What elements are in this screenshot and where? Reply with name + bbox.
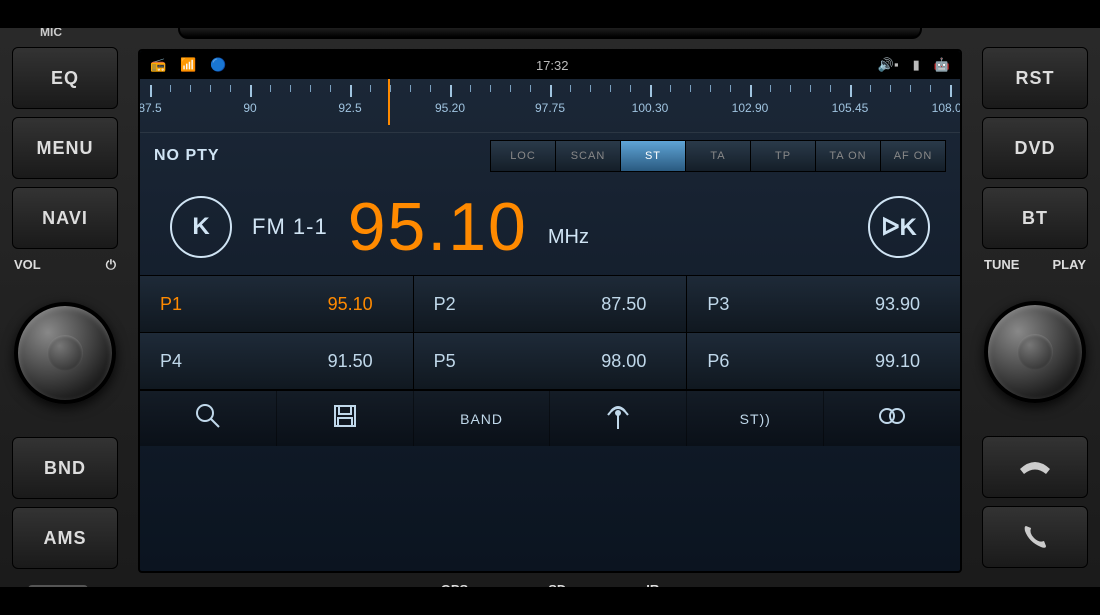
search-icon: [193, 401, 223, 437]
preset-p2[interactable]: P2 87.50: [414, 276, 687, 332]
frequency-row: K FM 1-1 95.10 MHz ᐅK: [140, 179, 960, 275]
mode-ta-on-button[interactable]: TA ON: [816, 141, 880, 171]
dvd-button[interactable]: DVD: [982, 117, 1088, 179]
left-knob-labels: VOL⏻: [0, 257, 130, 273]
next-station-button[interactable]: ᐅK: [868, 196, 930, 258]
ams-button[interactable]: AMS: [12, 507, 118, 569]
rst-button[interactable]: RST: [982, 47, 1088, 109]
tune-knob[interactable]: [984, 301, 1086, 403]
radio-app-icon: 📻: [150, 57, 166, 73]
mode-row: NO PTY LOCSCANSTTATPTA ONAF ON: [140, 133, 960, 179]
phone-down-icon: [1017, 457, 1053, 477]
antenna-button[interactable]: [550, 391, 687, 446]
preset-label: P6: [707, 351, 729, 372]
prev-station-button[interactable]: K: [170, 196, 232, 258]
preset-p1[interactable]: P1 95.10: [140, 276, 413, 332]
dial-tick-label: 102.90: [732, 101, 769, 115]
dial-tick-label: 87.5: [138, 101, 161, 115]
preset-value: 91.50: [328, 351, 373, 372]
loop-icon: [877, 401, 907, 437]
preset-p5[interactable]: P5 98.00: [414, 333, 687, 389]
menu-button[interactable]: MENU: [12, 117, 118, 179]
mode-scan-button[interactable]: SCAN: [556, 141, 620, 171]
phone-up-icon: [1020, 522, 1050, 552]
bt-button[interactable]: BT: [982, 187, 1088, 249]
eq-button[interactable]: EQ: [12, 47, 118, 109]
frequency-value: 95.10: [348, 188, 528, 266]
car-stereo-unit: MIC EQ MENU NAVI VOL⏻ BND AMS 📻 📶 🔵 17:3…: [0, 0, 1100, 615]
stereo-button[interactable]: ST)): [687, 391, 824, 446]
android-status-bar[interactable]: 📻 📶 🔵 17:32 🔊▪ ▮ 🤖: [140, 51, 960, 79]
preset-p6[interactable]: P6 99.10: [687, 333, 960, 389]
antenna-icon: [603, 401, 633, 437]
bluetooth-icon: 🔵: [210, 57, 226, 73]
center-panel: 📻 📶 🔵 17:32 🔊▪ ▮ 🤖 87.5 90 92.5 95.20 97.75 1…: [130, 0, 970, 615]
stereo-icon: ST)): [740, 411, 771, 427]
volume-knob[interactable]: [14, 302, 116, 404]
preset-value: 98.00: [601, 351, 646, 372]
dial-tick-label: 105.45: [832, 101, 869, 115]
volume-knob-wrap: [0, 273, 130, 433]
dial-tick-label: 90: [243, 101, 256, 115]
bottom-icon-bar: BAND ST)): [140, 390, 960, 446]
dial-tick-label: 100.30: [632, 101, 669, 115]
phone-hangup-button[interactable]: [982, 436, 1088, 498]
touchscreen: 📻 📶 🔵 17:32 🔊▪ ▮ 🤖 87.5 90 92.5 95.20 97.75 1…: [138, 49, 962, 573]
volume-icon: 🔊▪: [878, 57, 899, 73]
preset-label: P3: [707, 294, 729, 315]
right-bezel: RST DVD BT TUNEPLAY: [970, 0, 1100, 615]
preset-label: P4: [160, 351, 182, 372]
search-button[interactable]: [140, 391, 277, 446]
preset-grid: P1 95.10 P2 87.50 P3 93.90 P4 91.50 P5 98.00 P6 99.…: [140, 275, 960, 390]
dial-tick-label: 95.20: [435, 101, 465, 115]
preset-value: 95.10: [328, 294, 373, 315]
preset-label: P5: [434, 351, 456, 372]
band-label: FM 1-1: [252, 214, 328, 240]
dial-needle: [388, 79, 390, 125]
mode-button-bar: LOCSCANSTTATPTA ONAF ON: [490, 140, 946, 172]
wifi-icon: 📶: [180, 57, 196, 73]
preset-label: P2: [434, 294, 456, 315]
preset-label: P1: [160, 294, 182, 315]
band-icon: BAND: [460, 411, 503, 427]
preset-value: 87.50: [601, 294, 646, 315]
mode-ta-button[interactable]: TA: [686, 141, 750, 171]
battery-icon: ▮: [913, 57, 920, 73]
left-bezel: MIC EQ MENU NAVI VOL⏻ BND AMS: [0, 0, 130, 615]
frequency-unit: MHz: [548, 226, 589, 249]
right-knob-labels: TUNEPLAY: [970, 257, 1100, 272]
mode-tp-button[interactable]: TP: [751, 141, 815, 171]
save-icon: [330, 401, 360, 437]
tune-knob-wrap: [970, 272, 1100, 432]
bnd-button[interactable]: BND: [12, 437, 118, 499]
preset-value: 93.90: [875, 294, 920, 315]
pty-label: NO PTY: [154, 147, 220, 165]
dial-tick-label: 97.75: [535, 101, 565, 115]
phone-answer-button[interactable]: [982, 506, 1088, 568]
dial-tick-label: 92.5: [338, 101, 361, 115]
mode-loc-button[interactable]: LOC: [491, 141, 555, 171]
android-icon: 🤖: [934, 57, 950, 73]
navi-button[interactable]: NAVI: [12, 187, 118, 249]
dial-tick-label: 108.00: [932, 101, 962, 115]
save-button[interactable]: [277, 391, 414, 446]
band-button[interactable]: BAND: [414, 391, 551, 446]
mode-af-on-button[interactable]: AF ON: [881, 141, 945, 171]
mode-st-button[interactable]: ST: [621, 141, 685, 171]
clock: 17:32: [536, 58, 569, 73]
preset-p3[interactable]: P3 93.90: [687, 276, 960, 332]
preset-value: 99.10: [875, 351, 920, 372]
preset-p4[interactable]: P4 91.50: [140, 333, 413, 389]
tuning-dial[interactable]: 87.5 90 92.5 95.20 97.75 100.30 102.90 105.45 10…: [140, 79, 960, 133]
loop-button[interactable]: [824, 391, 960, 446]
